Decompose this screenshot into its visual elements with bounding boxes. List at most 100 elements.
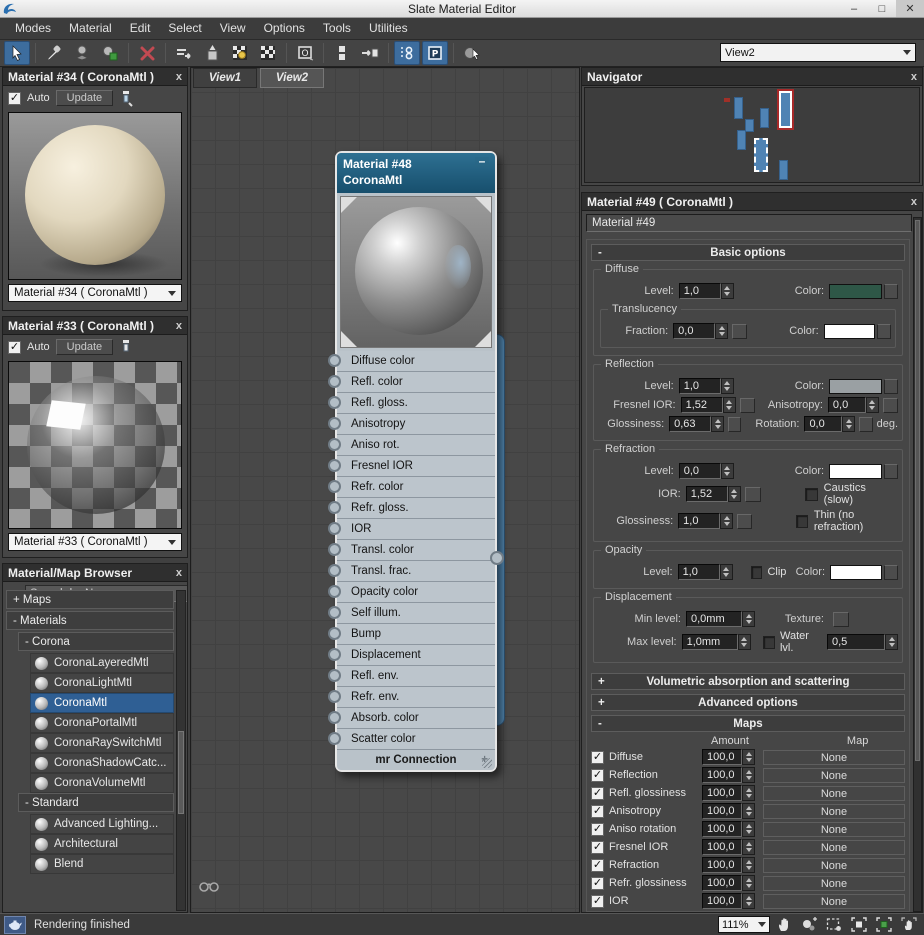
pan-to-selected-button[interactable]: P [422,41,448,65]
fresnel-map-button[interactable] [740,398,755,413]
close-icon[interactable]: x [176,320,182,332]
clip-checkbox[interactable] [751,566,763,579]
tab-view2[interactable]: View2 [260,68,324,88]
map-enable-checkbox[interactable]: ✓ [591,805,604,818]
ior-map-button[interactable] [745,487,761,502]
slot-absorb-color[interactable]: Absorb. color [337,708,495,729]
slot-refl-color[interactable]: Refl. color [337,372,495,393]
browser-item-advanced-lighting[interactable]: Advanced Lighting... [30,814,174,834]
panel-header[interactable]: Material/Map Browser x [3,564,187,582]
map-amount-spinner[interactable]: 100,0 [702,749,755,765]
caustics-checkbox[interactable] [805,488,818,501]
spinner-arrows[interactable] [742,611,755,627]
browser-item-coronalayeredmtl[interactable]: CoronaLayeredMtl [30,653,174,673]
spinner-arrows[interactable] [742,785,755,801]
map-slot-button[interactable]: None [763,876,905,891]
spinner-arrows[interactable] [742,767,755,783]
navigator-node[interactable] [734,97,743,119]
water-level-spinner[interactable]: 0,5 [827,634,898,650]
translucency-color-map-button[interactable] [877,324,891,339]
material-48-node[interactable]: Material #48 CoronaMtl – Diffuse color R… [335,151,497,772]
map-amount-spinner[interactable]: 100,0 [702,785,755,801]
spinner-arrows[interactable] [738,634,751,650]
refraction-glossiness-spinner[interactable]: 1,0 [678,513,733,529]
spinner-arrows[interactable] [742,803,755,819]
menu-edit[interactable]: Edit [121,18,160,39]
spinner-value[interactable]: 100,0 [702,767,742,783]
hide-unused-slots-button[interactable] [199,41,225,65]
map-amount-spinner[interactable]: 100,0 [702,767,755,783]
input-connector[interactable] [328,606,341,619]
slot-opacity-color[interactable]: Opacity color [337,582,495,603]
active-view-selector[interactable]: View2 [720,43,916,62]
magnify-preview-icon[interactable] [119,90,133,107]
slot-transl-color[interactable]: Transl. color [337,540,495,561]
map-slot-button[interactable]: None [763,912,905,913]
thin-checkbox[interactable] [796,515,808,528]
zoom-tool-button[interactable] [798,915,820,934]
max-level-spinner[interactable]: 1,0mm [682,634,751,650]
spinner-value[interactable]: 0,0 [673,323,715,339]
spinner-value[interactable]: 1,0 [678,513,720,529]
spinner-arrows[interactable] [742,893,755,909]
pan-region-button[interactable] [898,915,920,934]
map-slot-button[interactable]: None [763,750,905,765]
input-connector[interactable] [328,648,341,661]
close-icon[interactable]: x [176,71,182,83]
pick-material-button[interactable] [41,41,67,65]
input-connector[interactable] [328,480,341,493]
reflection-glossiness-spinner[interactable]: 0,63 [669,416,724,432]
fraction-spinner[interactable]: 0,0 [673,323,728,339]
slot-aniso-rot[interactable]: Aniso rot. [337,435,495,456]
spinner-arrows[interactable] [728,486,741,502]
slot-refr-color[interactable]: Refr. color [337,477,495,498]
spinner-arrows[interactable] [721,463,734,479]
collapse-node-button[interactable]: – [475,157,489,168]
spinner-arrows[interactable] [723,397,736,413]
browser-scrollbar[interactable] [176,590,186,911]
spinner-arrows[interactable] [742,749,755,765]
spinner-value[interactable]: 1,0 [679,283,721,299]
diffuse-color-swatch[interactable] [829,284,882,299]
reflection-level-spinner[interactable]: 1,0 [679,378,734,394]
slot-refl-gloss[interactable]: Refl. gloss. [337,393,495,414]
map-enable-checkbox[interactable]: ✓ [591,859,604,872]
slot-refl-env[interactable]: Refl. env. [337,666,495,687]
menu-view[interactable]: View [211,18,255,39]
spinner-value[interactable]: 0,0 [804,416,842,432]
input-connector[interactable] [328,585,341,598]
zoom-region-button[interactable] [823,915,845,934]
min-level-spinner[interactable]: 0,0mm [686,611,755,627]
close-icon[interactable]: x [911,71,917,83]
input-connector[interactable] [328,438,341,451]
spinner-value[interactable]: 1,0mm [682,634,738,650]
slot-refr-env[interactable]: Refr. env. [337,687,495,708]
map-amount-spinner[interactable]: 100,0 [702,875,755,891]
spinner-arrows[interactable] [742,857,755,873]
node-header[interactable]: Material #48 CoronaMtl – [337,153,495,193]
opacity-level-spinner[interactable]: 1,0 [678,564,733,580]
browser-item-coronamtl[interactable]: CoronaMtl [30,693,174,713]
spinner-value[interactable]: 1,52 [681,397,723,413]
params-scrollbar[interactable] [913,217,922,912]
materials-group-header[interactable]: - Materials [6,611,174,630]
close-button[interactable]: ✕ [896,0,924,17]
close-icon[interactable]: x [176,567,182,579]
spinner-arrows[interactable] [742,821,755,837]
browser-item-coronashadowcatcher[interactable]: CoronaShadowCatc... [30,753,174,773]
spinner-value[interactable]: 1,0 [679,378,721,394]
panel-header[interactable]: Navigator x [582,68,922,86]
panel-header[interactable]: Material #49 ( CoronaMtl ) x [582,193,922,211]
spinner-arrows[interactable] [742,911,755,912]
rollout-maps[interactable]: - Maps [591,715,905,732]
spinner-value[interactable]: 100,0 [702,875,742,891]
show-in-viewport-button[interactable]: O [292,41,318,65]
maximize-button[interactable]: □ [868,0,896,17]
translucency-color-swatch[interactable] [824,324,876,339]
input-connector[interactable] [328,459,341,472]
refraction-glossiness-map-button[interactable] [737,514,752,529]
background-lit-button[interactable] [227,41,253,65]
rollout-basic-options[interactable]: - Basic options [591,244,905,261]
input-connector[interactable] [328,543,341,556]
browser-item-coronavolumemtl[interactable]: CoronaVolumeMtl [30,773,174,793]
